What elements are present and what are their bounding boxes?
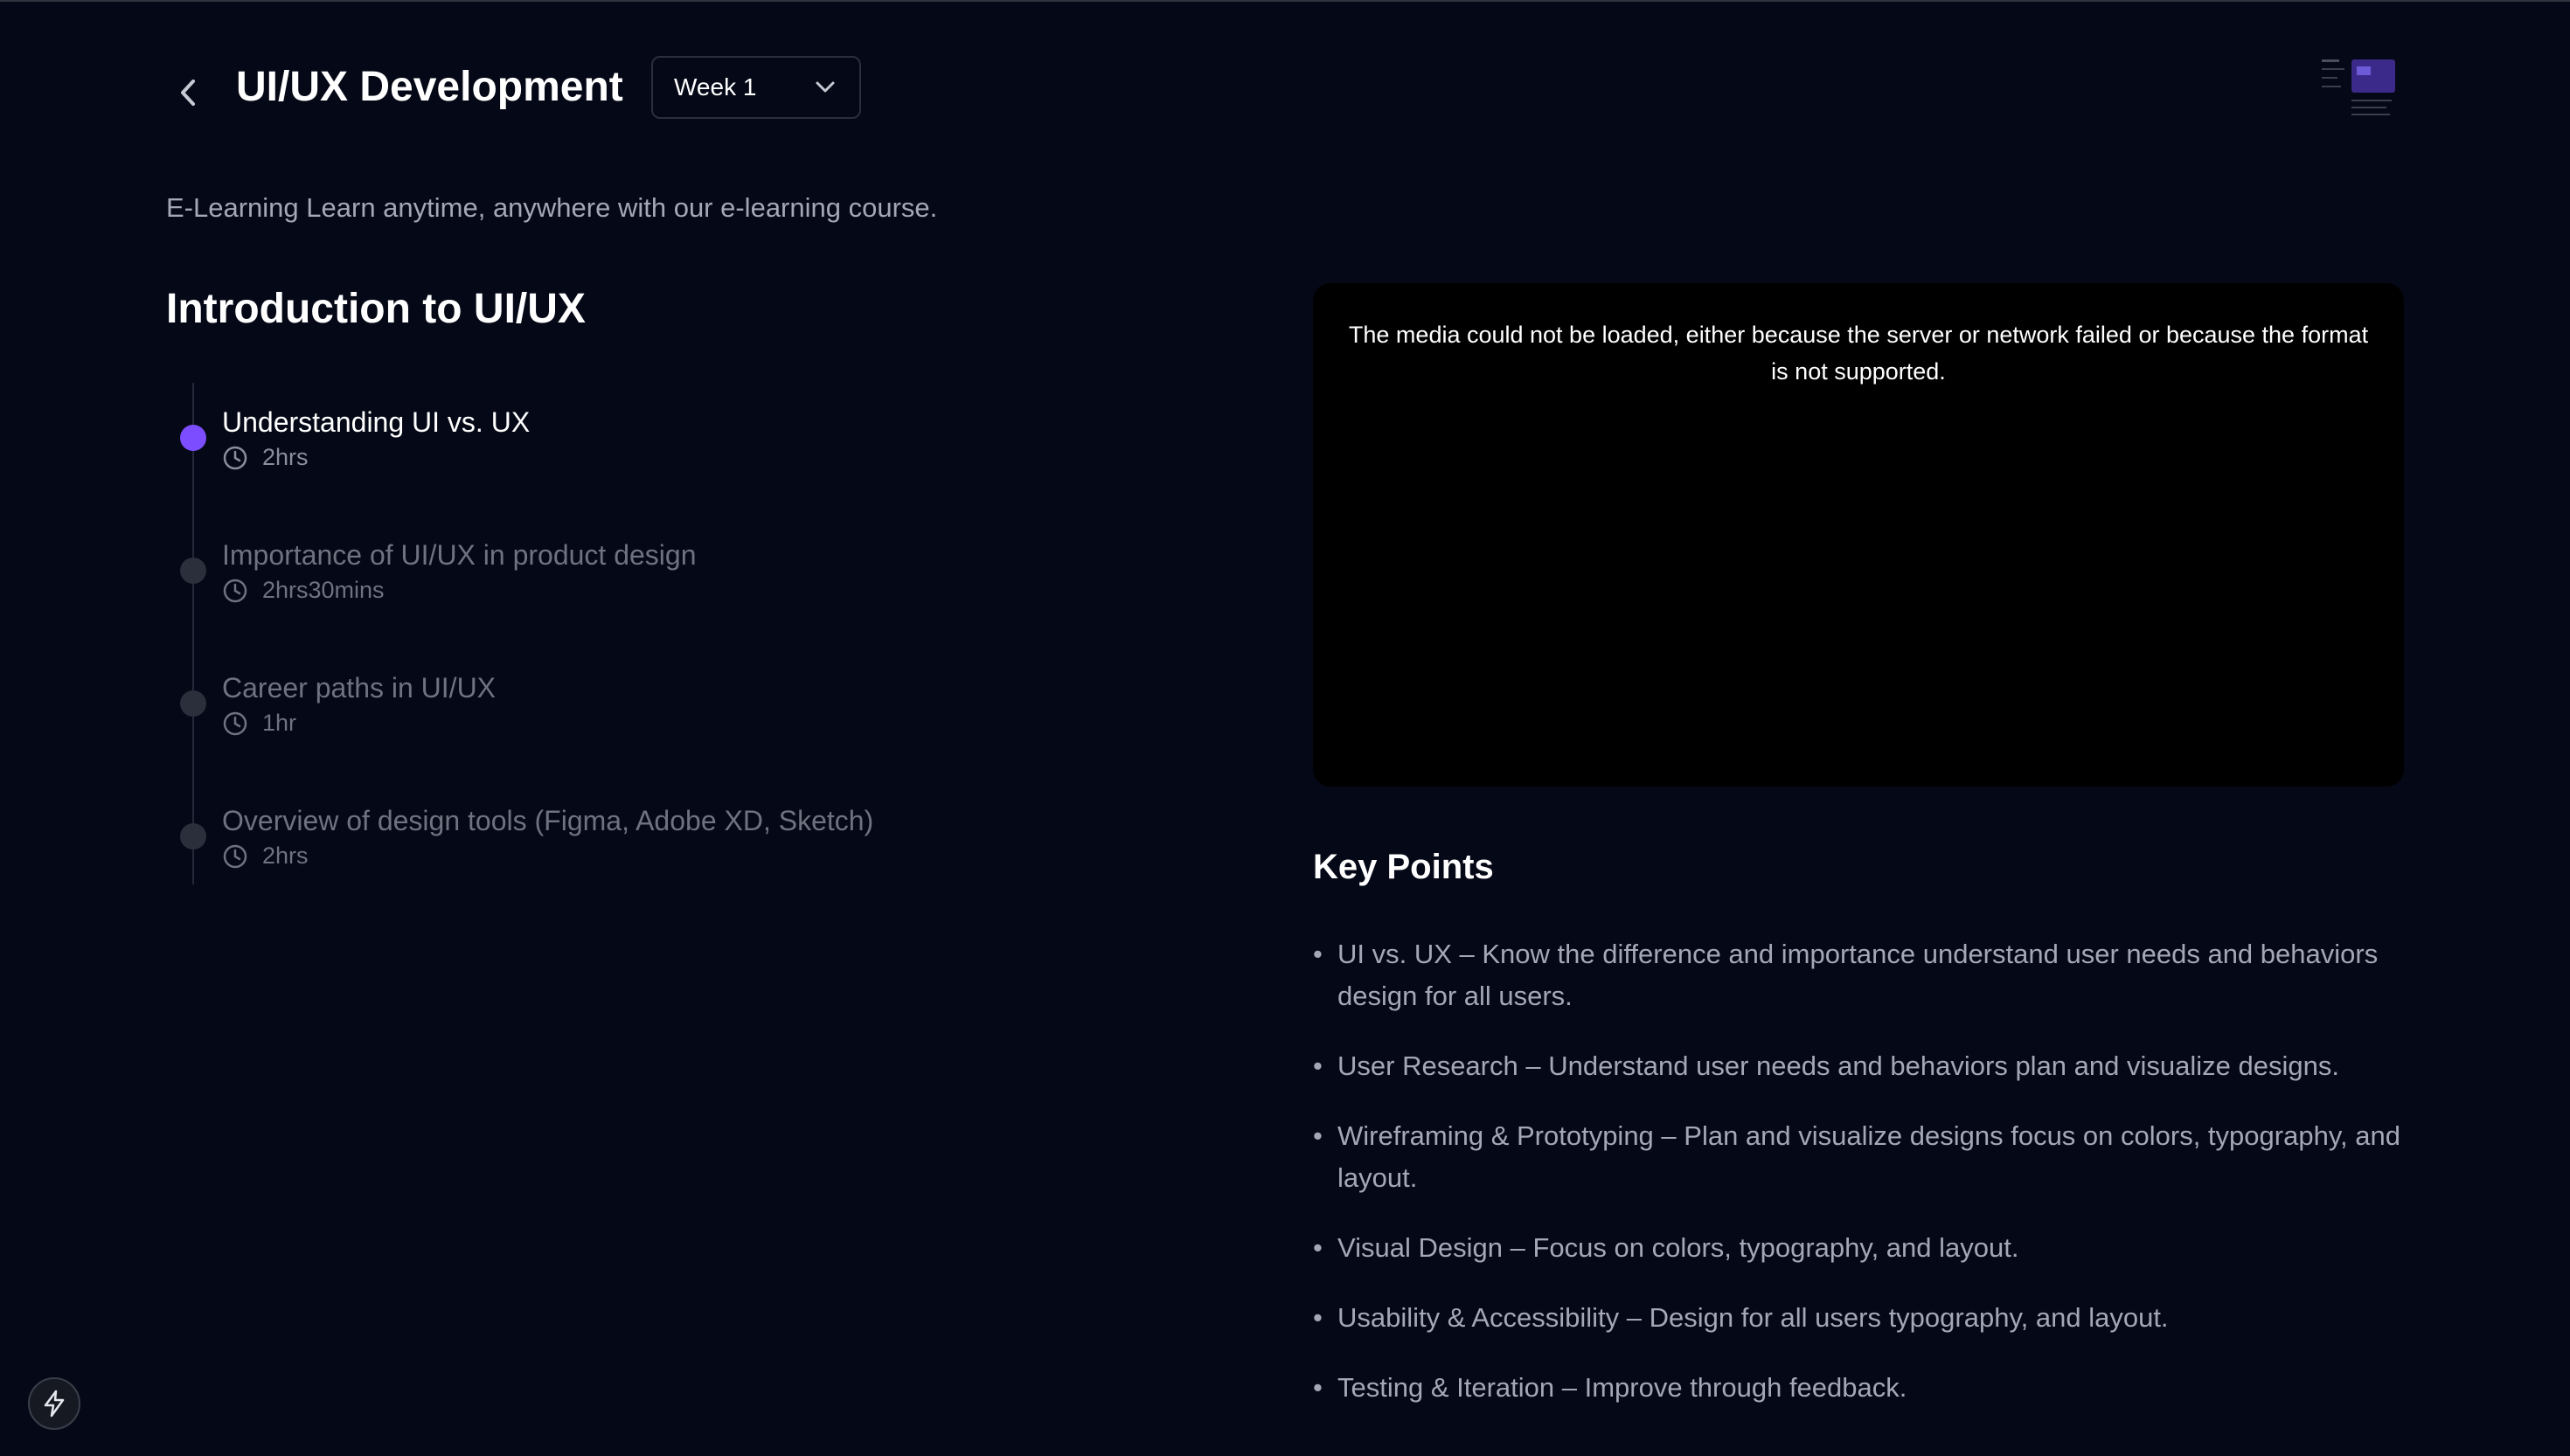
key-point-item: Wireframing & Prototyping – Plan and vis… xyxy=(1313,1115,2406,1199)
lesson-duration: 1hr xyxy=(262,710,297,736)
lesson-title: Career paths in UI/UX xyxy=(222,672,497,704)
key-point-item: Usability & Accessibility – Design for a… xyxy=(1313,1297,2406,1339)
clock-icon xyxy=(223,711,247,735)
lesson-item[interactable]: Career paths in UI/UX 1hr xyxy=(166,654,1215,750)
lesson-title: Importance of UI/UX in product design xyxy=(222,539,697,571)
lesson-dot-active xyxy=(180,425,206,451)
key-point-item: Visual Design – Focus on colors, typogra… xyxy=(1313,1227,2406,1269)
lesson-meta: 1hr xyxy=(222,710,296,737)
chevron-down-icon xyxy=(816,81,835,93)
lesson-title: Understanding UI vs. UX xyxy=(222,406,531,438)
lesson-duration: 2hrs xyxy=(262,842,309,869)
key-point-item: User Research – Understand user needs an… xyxy=(1313,1045,2406,1087)
lesson-title: Overview of design tools (Figma, Adobe X… xyxy=(222,805,874,836)
clock-icon xyxy=(223,844,247,868)
key-point-item: UI vs. UX – Know the difference and impo… xyxy=(1313,933,2406,1017)
lesson-meta: 2hrs30mins xyxy=(222,577,385,604)
chevron-left-icon xyxy=(181,80,195,106)
back-button[interactable] xyxy=(166,70,212,115)
page: UI/UX Development Week 1 E-Learning Lear… xyxy=(0,0,2570,1456)
clock-icon xyxy=(223,579,247,602)
key-points-title: Key Points xyxy=(1313,848,1494,886)
video-player[interactable]: The media could not be loaded, either be… xyxy=(1313,283,2404,787)
lesson-dot xyxy=(180,558,206,584)
lesson-duration: 2hrs30mins xyxy=(262,577,385,603)
lesson-dot xyxy=(180,690,206,717)
key-point-item: Testing & Iteration – Improve through fe… xyxy=(1313,1367,2406,1409)
clock-icon xyxy=(223,446,247,469)
lesson-meta: 2hrs xyxy=(222,444,309,471)
lesson-item[interactable]: Importance of UI/UX in product design 2h… xyxy=(166,521,1215,617)
lesson-dot xyxy=(180,823,206,849)
lesson-item[interactable]: Understanding UI vs. UX 2hrs xyxy=(166,388,1215,484)
dev-tools-button[interactable] xyxy=(28,1377,80,1430)
week-select[interactable]: Week 1 xyxy=(651,56,861,119)
lesson-item[interactable]: Overview of design tools (Figma, Adobe X… xyxy=(166,787,1215,883)
lightning-bolt-icon xyxy=(44,1390,65,1418)
thumbnail-image xyxy=(2316,51,2400,129)
section-title: Introduction to UI/UX xyxy=(166,286,586,332)
page-preview-thumbnail[interactable] xyxy=(2316,51,2400,129)
week-select-value: Week 1 xyxy=(674,73,757,101)
lesson-timeline: Understanding UI vs. UX 2hrs Importance … xyxy=(166,383,1215,884)
page-title: UI/UX Development xyxy=(236,64,623,110)
media-error-message: The media could not be loaded, either be… xyxy=(1348,322,2369,385)
lesson-duration: 2hrs xyxy=(262,444,309,470)
course-subtitle: E-Learning Learn anytime, anywhere with … xyxy=(166,192,938,223)
lesson-meta: 2hrs xyxy=(222,842,309,870)
key-points-list: UI vs. UX – Know the difference and impo… xyxy=(1313,933,2406,1437)
